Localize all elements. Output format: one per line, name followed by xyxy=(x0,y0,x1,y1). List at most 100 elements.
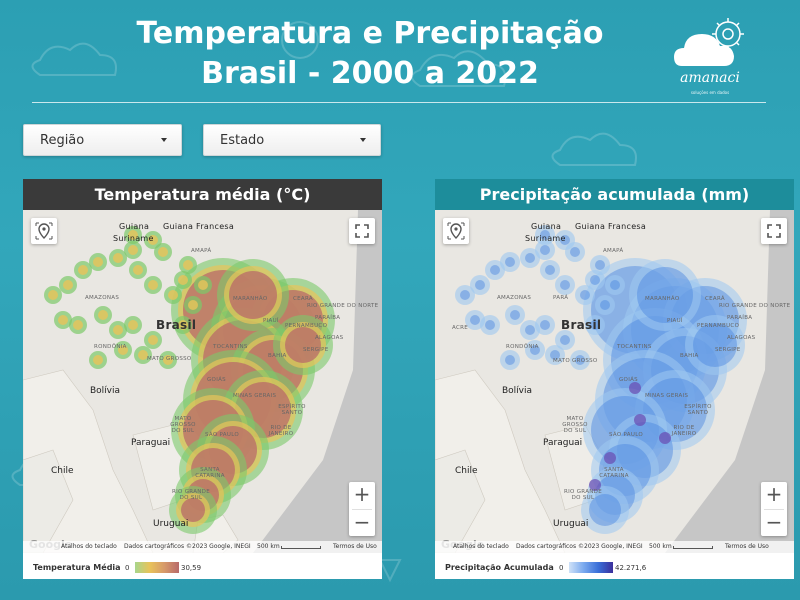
map-label-uruguai: Uruguai xyxy=(153,519,189,529)
temp-heat-spot xyxy=(148,335,158,345)
temp-heat-spot xyxy=(78,265,88,275)
map-label-pernambuco: PERNAMBUCO xyxy=(285,323,328,329)
map-label-piaui: PIAUÍ xyxy=(667,318,683,324)
temp-heat-spot xyxy=(188,300,198,310)
map-data-text: Dados cartográficos ©2023 Google, INEGI xyxy=(124,543,251,550)
legend-min: 0 xyxy=(125,564,130,572)
precip-heat-spot xyxy=(485,320,495,330)
precip-heat-spot xyxy=(545,265,555,275)
terms-link[interactable]: Termos de Uso xyxy=(333,541,377,553)
scale-text: 500 km xyxy=(649,543,672,550)
map-label-santa-catarina: SANTA CATARINA xyxy=(195,467,225,479)
map-label-ceara: CEARÁ xyxy=(705,296,725,302)
map-attribution: Atalhos do teclado Dados cartográficos ©… xyxy=(23,541,382,553)
map-label-ms: MATO GROSSO DO SUL xyxy=(170,416,196,434)
zoom-in-button[interactable]: + xyxy=(349,482,375,508)
amanaci-logo: amanaci soluções em dados xyxy=(668,14,758,98)
fullscreen-button[interactable] xyxy=(761,218,787,244)
caret-down-icon xyxy=(360,138,366,142)
precip-heat-spot xyxy=(510,310,520,320)
map-label-ms: MATO GROSSO DO SUL xyxy=(562,416,588,434)
temp-heat-zone xyxy=(229,271,277,319)
map-label-rondonia: RONDÔNIA xyxy=(94,344,127,350)
regiao-dropdown[interactable]: Região xyxy=(23,124,182,156)
map-label-rio-de-janeiro: RIO DE JANEIRO xyxy=(671,425,697,437)
temp-heat-spot xyxy=(63,280,73,290)
temp-heat-spot xyxy=(58,315,68,325)
location-button[interactable] xyxy=(31,218,57,244)
precip-heat-peak xyxy=(629,382,641,394)
temp-heat-spot xyxy=(128,320,138,330)
map-label-chile: Chile xyxy=(51,466,74,476)
map-data-text: Dados cartográficos ©2023 Google, INEGI xyxy=(516,543,643,550)
map-label-goias: GOIÁS xyxy=(207,377,226,383)
fullscreen-icon xyxy=(355,224,369,238)
map-label-paraguai: Paraguai xyxy=(543,438,583,448)
temp-heat-spot xyxy=(93,257,103,267)
map-label-santa-catarina: SANTA CATARINA xyxy=(599,467,629,479)
zoom-control: + − xyxy=(761,482,787,536)
scale-bar xyxy=(281,546,321,549)
map-label-guiana-francesa: Guiana Francesa xyxy=(575,222,647,231)
precip-heat-peak xyxy=(604,452,616,464)
zoom-out-button[interactable]: − xyxy=(349,510,375,536)
map-label-sergipe: SERGIPE xyxy=(303,347,329,353)
map-label-amazonas: AMAZONAS xyxy=(85,295,120,301)
precip-heat-spot xyxy=(475,280,485,290)
legend-max: 30,59 xyxy=(181,564,202,572)
map-label-guiana-francesa: Guiana Francesa xyxy=(163,222,235,231)
legend-gradient xyxy=(135,562,179,573)
map-label-rio-grande-do-sul: RIO GRANDE DO SUL xyxy=(564,489,602,501)
temp-heat-spot xyxy=(128,245,138,255)
map-attribution: Atalhos do teclado Dados cartográficos ©… xyxy=(435,541,794,553)
temp-heat-spot xyxy=(73,320,83,330)
zoom-control: + − xyxy=(349,482,375,536)
precip-heat-spot xyxy=(590,275,600,285)
precip-heat-zone xyxy=(693,323,737,367)
map-label-mato-grosso: MATO GROSSO xyxy=(553,358,598,364)
temp-heat-zone xyxy=(285,327,321,363)
map-label-piaui: PIAUÍ xyxy=(263,318,279,324)
precipitation-basemap xyxy=(435,210,794,553)
temp-heat-spot xyxy=(178,275,188,285)
fullscreen-button[interactable] xyxy=(349,218,375,244)
map-label-maranhao: MARANHÃO xyxy=(645,296,680,302)
precip-heat-peak xyxy=(634,414,646,426)
header-divider xyxy=(32,102,766,103)
precip-heat-spot xyxy=(540,245,550,255)
regiao-dropdown-label: Região xyxy=(40,133,85,148)
temperature-basemap xyxy=(23,210,382,553)
map-label-guiana: Guiana xyxy=(119,222,150,231)
location-button[interactable] xyxy=(443,218,469,244)
precip-heat-spot xyxy=(580,290,590,300)
estado-dropdown-label: Estado xyxy=(220,133,265,148)
header: Temperatura e Precipitação Brasil - 2000… xyxy=(0,0,800,104)
map-label-bolivia: Bolívia xyxy=(502,386,533,396)
map-label-bahia: BAHIA xyxy=(268,353,287,359)
temperature-panel: Temperatura média (°C) Guiana Suriname G… xyxy=(23,179,382,579)
precipitation-map[interactable]: Guiana Suriname Guiana Francesa AMAPÁ AM… xyxy=(435,210,794,553)
temperature-panel-title: Temperatura média (°C) xyxy=(23,179,382,210)
zoom-out-button[interactable]: − xyxy=(761,510,787,536)
precipitation-legend: Precipitação Acumulada 0 42.271,6 xyxy=(435,556,794,579)
precip-heat-spot xyxy=(525,325,535,335)
map-label-para: PARÁ xyxy=(553,295,569,301)
keyboard-shortcuts-link[interactable]: Atalhos do teclado xyxy=(61,541,117,553)
map-label-suriname: Suriname xyxy=(113,234,154,243)
map-label-espirito-santo: ESPÍRITO SANTO xyxy=(684,404,712,416)
precip-heat-spot xyxy=(505,257,515,267)
temp-heat-spot xyxy=(113,253,123,263)
map-label-rio-grande-do-sul: RIO GRANDE DO SUL xyxy=(172,489,210,501)
map-label-rondonia: RONDÔNIA xyxy=(506,344,539,350)
map-label-amapa: AMAPÁ xyxy=(191,248,212,254)
map-label-sergipe: SERGIPE xyxy=(715,347,741,353)
temperature-map[interactable]: Guiana Suriname Guiana Francesa AMAPÁ AM… xyxy=(23,210,382,553)
zoom-in-button[interactable]: + xyxy=(761,482,787,508)
cloud-gear-logo-icon xyxy=(674,18,744,66)
estado-dropdown[interactable]: Estado xyxy=(203,124,381,156)
map-label-rn: RIO GRANDE DO NORTE xyxy=(307,303,379,309)
terms-link[interactable]: Termos de Uso xyxy=(725,541,769,553)
map-label-paraiba: PARAÍBA xyxy=(727,315,753,321)
page-title: Temperatura e Precipitação Brasil - 2000… xyxy=(60,14,680,94)
keyboard-shortcuts-link[interactable]: Atalhos do teclado xyxy=(453,541,509,553)
